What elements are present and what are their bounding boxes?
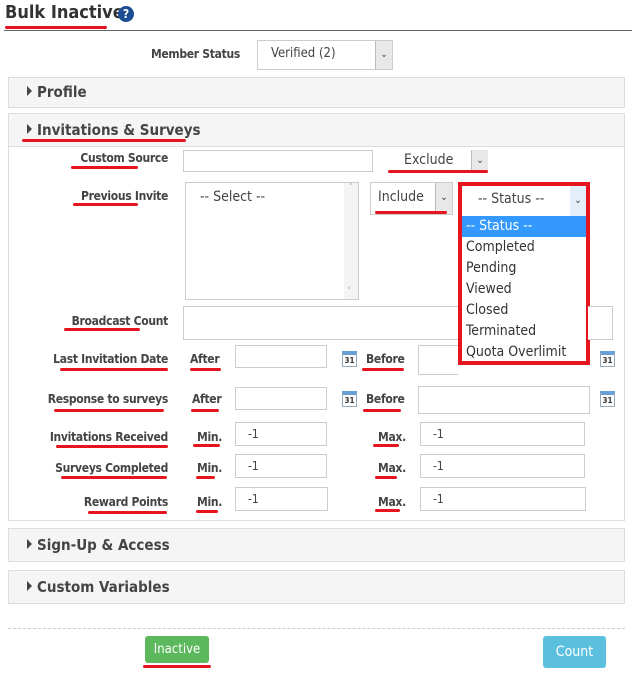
status-option[interactable]: Viewed [462, 279, 586, 300]
min-label: Min. [197, 495, 223, 509]
invitations-received-min[interactable]: -1 [235, 422, 327, 446]
max-label: Max. [378, 461, 406, 475]
after-label: After [192, 392, 222, 406]
annotation-underline [373, 444, 399, 447]
broadcast-count-input[interactable] [183, 306, 458, 340]
annotation-underline [191, 409, 219, 412]
footer-divider [8, 628, 625, 629]
custom-source-mode-select[interactable]: Exclude ⌄ [388, 150, 488, 172]
min-label: Min. [197, 461, 223, 475]
broadcast-count-input-edge [588, 306, 613, 340]
status-option[interactable]: -- Status -- [462, 216, 586, 237]
custom-source-mode-value: Exclude [404, 152, 454, 168]
annotation-underline [60, 368, 168, 371]
previous-invite-mode-value: Include [378, 189, 424, 205]
annotation-underline [73, 203, 138, 206]
min-label: Min. [197, 430, 223, 444]
reward-points-min[interactable]: -1 [235, 487, 328, 511]
title-divider [4, 30, 632, 31]
panel-signup-access[interactable]: Sign-Up & Access [8, 528, 625, 562]
response-after-input[interactable] [235, 387, 327, 410]
chevron-down-icon: ⌄ [435, 183, 452, 214]
annotation-underline [363, 409, 401, 412]
surveys-completed-min[interactable]: -1 [235, 454, 327, 478]
annotation-underline [375, 509, 400, 512]
max-label: Max. [378, 430, 406, 444]
panel-custom-variables-title: Custom Variables [27, 578, 170, 596]
last-invitation-before-input[interactable] [418, 345, 458, 375]
before-label: Before [366, 392, 405, 406]
status-option[interactable]: Terminated [462, 321, 586, 342]
status-option[interactable]: Closed [462, 300, 586, 321]
previous-invite-placeholder: -- Select -- [200, 189, 266, 205]
surveys-completed-label: Surveys Completed [55, 461, 168, 475]
calendar-icon[interactable]: 31 [342, 391, 357, 407]
status-option[interactable]: Completed [462, 237, 586, 258]
annotation-underline [388, 170, 488, 173]
panel-custom-variables[interactable]: Custom Variables [8, 570, 625, 604]
calendar-icon[interactable]: 31 [342, 351, 357, 367]
panel-profile-title: Profile [27, 83, 87, 101]
calendar-icon[interactable]: 31 [600, 391, 615, 407]
annotation-underline [5, 26, 107, 29]
annotation-underline [64, 328, 140, 331]
annotation-underline [143, 665, 211, 668]
status-option[interactable]: Quota Overlimit [462, 342, 586, 363]
scrollbar[interactable]: ˄ ˅ [344, 183, 358, 299]
broadcast-count-label: Broadcast Count [71, 314, 169, 328]
annotation-underline [193, 444, 220, 447]
annotation-underline [71, 166, 138, 169]
chevron-down-icon: ⌄ [570, 186, 586, 216]
invitations-received-max[interactable]: -1 [420, 422, 585, 446]
invitations-received-label: Invitations Received [49, 430, 168, 444]
count-button[interactable]: Count [543, 636, 606, 668]
max-label: Max. [378, 495, 406, 509]
last-invitation-date-label: Last Invitation Date [53, 352, 168, 366]
panel-invitations-title: Invitations & Surveys [27, 121, 201, 139]
annotation-underline [61, 476, 167, 479]
previous-invite-label: Previous Invite [80, 189, 168, 203]
after-label: After [190, 352, 220, 366]
panel-invitations-header[interactable]: Invitations & Surveys [9, 114, 624, 147]
annotation-underline [375, 476, 397, 479]
inactive-button[interactable]: Inactive [145, 636, 209, 663]
member-status-value: Verified (2) [271, 46, 336, 61]
last-invitation-after-input[interactable] [235, 345, 327, 368]
chevron-down-icon: ⌄ [471, 150, 488, 172]
response-to-surveys-label: Response to surveys [47, 392, 169, 406]
annotation-underline [196, 510, 218, 513]
help-icon[interactable]: ? [118, 6, 134, 22]
previous-invite-listbox[interactable]: -- Select -- ˄ ˅ [185, 182, 359, 300]
annotation-underline [362, 368, 404, 371]
annotation-underline [196, 476, 215, 479]
previous-invite-status-select[interactable]: -- Status -- ⌄ [462, 186, 586, 216]
annotation-underline [375, 211, 447, 214]
page-title: Bulk Inactive [5, 2, 124, 23]
annotation-underline [56, 445, 168, 448]
custom-source-input[interactable] [183, 150, 373, 172]
status-dropdown-list: -- Status -- Completed Pending Viewed Cl… [462, 216, 586, 363]
calendar-icon[interactable]: 31 [600, 351, 615, 367]
member-status-select[interactable]: Verified (2) ⌄ [257, 40, 393, 70]
status-option[interactable]: Pending [462, 258, 586, 279]
member-status-label: Member Status [150, 47, 240, 61]
before-label: Before [366, 352, 405, 366]
status-select-value: -- Status -- [478, 191, 545, 207]
reward-points-max[interactable]: -1 [420, 487, 586, 511]
panel-signup-title: Sign-Up & Access [27, 536, 170, 554]
reward-points-label: Reward Points [83, 495, 168, 509]
annotation-underline [54, 409, 164, 412]
chevron-down-icon: ⌄ [375, 41, 392, 69]
panel-profile[interactable]: Profile [8, 77, 625, 108]
response-before-input[interactable] [418, 386, 590, 414]
custom-source-label: Custom Source [80, 151, 168, 165]
annotation-underline [190, 368, 221, 371]
surveys-completed-max[interactable]: -1 [420, 454, 585, 478]
annotation-underline [22, 139, 186, 142]
annotation-underline [88, 511, 167, 514]
